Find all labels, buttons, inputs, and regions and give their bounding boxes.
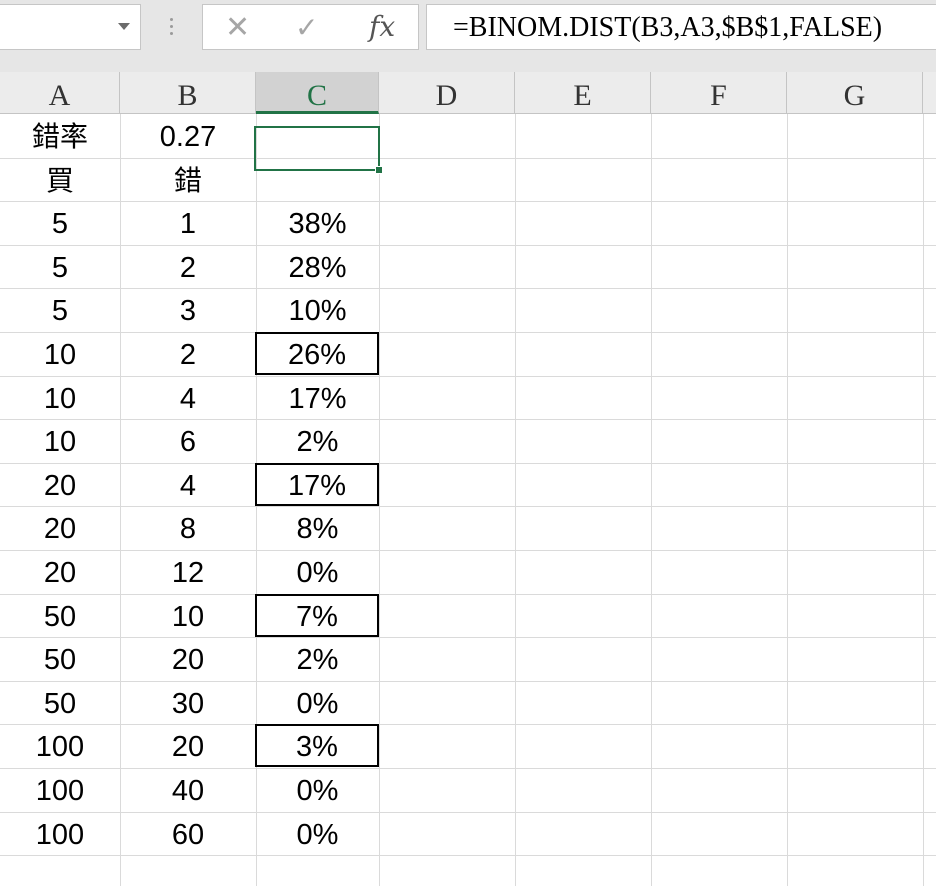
cell-a17[interactable]: 100 xyxy=(0,812,120,855)
cell-c7[interactable]: 17% xyxy=(256,376,379,419)
cell-a13[interactable]: 50 xyxy=(0,637,120,680)
cell-b14[interactable]: 30 xyxy=(120,681,256,724)
cell-c16[interactable]: 0% xyxy=(256,768,379,811)
cell-b17[interactable]: 60 xyxy=(120,812,256,855)
cell-c15[interactable]: 3% xyxy=(255,724,379,767)
column-gridline xyxy=(379,114,380,886)
cell-b4[interactable]: 2 xyxy=(120,245,256,288)
cell-b1[interactable]: 0.27 xyxy=(120,114,256,157)
formula-bar-area: ✕ ✓ fx =BINOM.DIST(B3,A3,$B$1,FALSE) xyxy=(0,0,936,72)
cell-a9[interactable]: 20 xyxy=(0,463,120,506)
active-cell-border xyxy=(254,126,380,171)
fill-handle[interactable] xyxy=(375,166,383,174)
cell-c3[interactable]: 38% xyxy=(256,201,379,244)
cell-b16[interactable]: 40 xyxy=(120,768,256,811)
cell-a7[interactable]: 10 xyxy=(0,376,120,419)
column-gridline xyxy=(923,114,924,886)
cell-c17[interactable]: 0% xyxy=(256,812,379,855)
column-gridline xyxy=(651,114,652,886)
cell-a2[interactable]: 買 xyxy=(0,158,120,201)
cell-b15[interactable]: 20 xyxy=(120,724,256,767)
cell-a11[interactable]: 20 xyxy=(0,550,120,593)
cell-c10[interactable]: 8% xyxy=(256,506,379,549)
column-header-e[interactable]: E xyxy=(515,72,651,113)
column-headers: A B C D E F G xyxy=(0,72,936,114)
cell-a3[interactable]: 5 xyxy=(0,201,120,244)
cell-a15[interactable]: 100 xyxy=(0,724,120,767)
cell-a4[interactable]: 5 xyxy=(0,245,120,288)
cell-c11[interactable]: 0% xyxy=(256,550,379,593)
cell-b11[interactable]: 12 xyxy=(120,550,256,593)
cell-c13[interactable]: 2% xyxy=(256,637,379,680)
cell-a10[interactable]: 20 xyxy=(0,506,120,549)
formula-input[interactable]: =BINOM.DIST(B3,A3,$B$1,FALSE) xyxy=(426,4,936,50)
column-header-b[interactable]: B xyxy=(120,72,256,113)
cell-a1[interactable]: 錯率 xyxy=(0,114,120,157)
cell-b10[interactable]: 8 xyxy=(120,506,256,549)
cell-b13[interactable]: 20 xyxy=(120,637,256,680)
cell-c8[interactable]: 2% xyxy=(256,419,379,462)
cell-b6[interactable]: 2 xyxy=(120,332,256,375)
cell-c12[interactable]: 7% xyxy=(255,594,379,637)
cell-b3[interactable]: 1 xyxy=(120,201,256,244)
cell-c6[interactable]: 26% xyxy=(255,332,379,375)
column-gridline xyxy=(787,114,788,886)
cell-b5[interactable]: 3 xyxy=(120,288,256,331)
cell-b2[interactable]: 錯 xyxy=(120,158,256,201)
cell-c14[interactable]: 0% xyxy=(256,681,379,724)
cell-c4[interactable]: 28% xyxy=(256,245,379,288)
check-icon[interactable]: ✓ xyxy=(295,11,318,45)
column-header-c[interactable]: C xyxy=(256,72,379,114)
cell-a14[interactable]: 50 xyxy=(0,681,120,724)
cell-a16[interactable]: 100 xyxy=(0,768,120,811)
drag-handle-icon[interactable] xyxy=(165,14,179,40)
cell-a6[interactable]: 10 xyxy=(0,332,120,375)
worksheet-grid: A B C D E F G 錯率 0.27 買錯 5 1 38% 5 2 28% 5 3 10% 10 2… xyxy=(0,72,936,886)
column-header-a[interactable]: A xyxy=(0,72,120,113)
chevron-down-icon[interactable] xyxy=(118,23,130,30)
column-header-g[interactable]: G xyxy=(787,72,923,113)
formula-buttons: ✕ ✓ fx xyxy=(202,4,419,50)
column-header-d[interactable]: D xyxy=(379,72,515,113)
cell-b7[interactable]: 4 xyxy=(120,376,256,419)
column-header-f[interactable]: F xyxy=(651,72,787,113)
cell-a5[interactable]: 5 xyxy=(0,288,120,331)
insert-function-icon[interactable]: fx xyxy=(369,11,395,43)
cell-b8[interactable]: 6 xyxy=(120,419,256,462)
column-gridline xyxy=(515,114,516,886)
cell-c5[interactable]: 10% xyxy=(256,288,379,331)
cell-c9[interactable]: 17% xyxy=(255,463,379,506)
cell-b9[interactable]: 4 xyxy=(120,463,256,506)
row-gridline xyxy=(0,855,936,856)
name-box[interactable] xyxy=(0,4,141,50)
cell-a8[interactable]: 10 xyxy=(0,419,120,462)
cell-a12[interactable]: 50 xyxy=(0,594,120,637)
cancel-icon[interactable]: ✕ xyxy=(225,11,250,45)
cell-b12[interactable]: 10 xyxy=(120,594,256,637)
